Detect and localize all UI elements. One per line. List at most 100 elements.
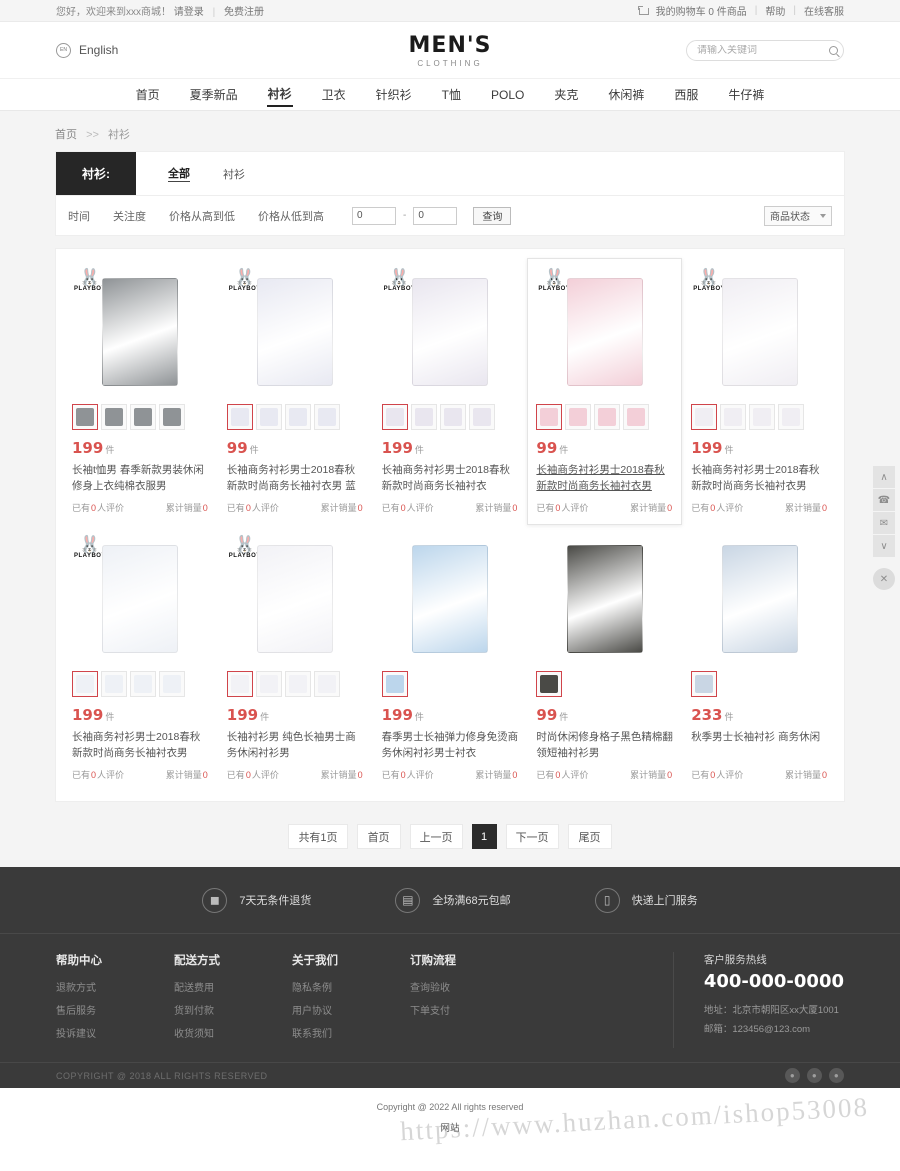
product-image[interactable]: 🐰 PLAYBOY (381, 267, 519, 397)
product-thumbnails[interactable] (226, 404, 364, 430)
breadcrumb-home[interactable]: 首页 (55, 129, 77, 141)
thumbnail-0[interactable] (691, 671, 718, 697)
nav-item-6[interactable]: POLO (490, 85, 525, 105)
main-navigation[interactable]: 首页 夏季新品 衬衫 卫衣 针织衫 T恤 POLO 夹克 休闲裤 西服 牛仔裤 (0, 78, 900, 111)
footer-link-1-2[interactable]: 收货须知 (174, 1025, 292, 1040)
product-card[interactable]: 🐰 PLAYBOY 199 件长袖商务衬衫男士2018春秋新款时尚商务长袖衬衣 已有0人… (373, 258, 528, 525)
thumbnail-1[interactable] (101, 404, 127, 430)
thumbnail-3[interactable] (313, 671, 340, 697)
pagination[interactable]: 共有1页 首页 上一页 1 下一页 尾页 (55, 824, 845, 849)
product-title[interactable]: 春季男士长袖弹力修身免烫商务休闲衬衫男士衬衣 (382, 730, 519, 761)
sort-option-2[interactable]: 价格从高到低 (169, 208, 235, 224)
product-title[interactable]: 长袖商务衬衫男士2018春秋新款时尚商务长袖衬衣男 (536, 463, 673, 494)
pagination-prev[interactable]: 上一页 (409, 824, 463, 849)
price-min-input[interactable] (352, 206, 396, 225)
thumbnail-0[interactable] (381, 404, 408, 430)
product-card[interactable]: 🐰 PLAYBOY 199 件长袖衬衫男 纯色长袖男士商务休闲衬衫男 已有0人评价 累计销… (218, 525, 373, 792)
nav-item-9[interactable]: 西服 (673, 83, 699, 106)
product-title[interactable]: 长袖t恤男 春季新款男装休闲修身上衣纯棉衣服男 (72, 463, 209, 494)
sort-option-0[interactable]: 时间 (68, 208, 90, 224)
footer-link-2-2[interactable]: 联系我们 (292, 1025, 410, 1040)
online-service-link[interactable]: 在线客服 (804, 3, 844, 18)
product-image[interactable] (381, 534, 519, 664)
thumbnail-3[interactable] (159, 671, 185, 697)
phone-icon[interactable]: ☎ (873, 489, 895, 511)
footer-link-0-1[interactable]: 售后服务 (56, 1002, 174, 1017)
query-button[interactable]: 查询 (473, 206, 512, 225)
thumbnail-2[interactable] (594, 404, 621, 430)
product-state-select[interactable]: 商品状态 (764, 205, 832, 226)
cart-link[interactable]: 我的购物车 0 件商品 (656, 3, 747, 18)
thumbnail-1[interactable] (255, 671, 282, 697)
product-image[interactable] (536, 534, 674, 664)
thumbnail-1[interactable] (255, 404, 282, 430)
product-image[interactable]: 🐰 PLAYBOY (691, 267, 828, 397)
thumbnail-3[interactable] (778, 404, 805, 430)
search-box[interactable] (686, 39, 844, 61)
product-thumbnails[interactable] (536, 404, 673, 430)
footer-link-2-0[interactable]: 隐私条例 (292, 979, 410, 994)
product-title[interactable]: 长袖商务衬衫男士2018春秋新款时尚商务长袖衬衣男 蓝条纹 (227, 463, 364, 494)
product-card[interactable]: 🐰 PLAYBOY 199 件长袖商务衬衫男士2018春秋新款时尚商务长袖衬衣男 已有0… (682, 258, 837, 525)
social-icons[interactable]: ● ● ● (785, 1068, 844, 1083)
thumbnail-0[interactable] (72, 404, 98, 430)
nav-item-0[interactable]: 首页 (135, 83, 161, 106)
nav-item-1[interactable]: 夏季新品 (189, 83, 239, 106)
footer-link-0-0[interactable]: 退款方式 (56, 979, 174, 994)
thumbnail-3[interactable] (313, 404, 340, 430)
scroll-down-icon[interactable]: ∨ (873, 535, 895, 557)
nav-item-2[interactable]: 衬衫 (266, 82, 293, 107)
product-card[interactable]: 🐰 PLAYBOY 99 件长袖商务衬衫男士2018春秋新款时尚商务长袖衬衣男 已有0人… (527, 258, 683, 525)
search-icon[interactable] (829, 45, 838, 55)
footer-link-1-0[interactable]: 配送费用 (174, 979, 292, 994)
price-max-input[interactable] (413, 206, 458, 225)
footer-link-0-2[interactable]: 投诉建议 (56, 1025, 174, 1040)
thumbnail-0[interactable] (691, 404, 718, 430)
nav-item-8[interactable]: 休闲裤 (607, 83, 645, 106)
thumbnail-2[interactable] (284, 671, 311, 697)
sort-options[interactable]: 时间 关注度 价格从高到低 价格从低到高 (68, 208, 324, 224)
pagination-last[interactable]: 尾页 (567, 824, 612, 849)
product-thumbnails[interactable] (691, 671, 828, 697)
sort-option-3[interactable]: 价格从低到高 (258, 208, 324, 224)
product-title[interactable]: 时尚休闲修身格子黑色精棉翻领短袖衬衫男 (536, 730, 673, 761)
footer-link-3-1[interactable]: 下单支付 (410, 1002, 528, 1017)
thumbnail-0[interactable] (226, 671, 253, 697)
product-title[interactable]: 长袖商务衬衫男士2018春秋新款时尚商务长袖衬衣 (382, 463, 519, 494)
nav-item-7[interactable]: 夹克 (553, 83, 579, 106)
footer-link-2-1[interactable]: 用户协议 (292, 1002, 410, 1017)
product-image[interactable] (691, 534, 828, 664)
thumbnail-2[interactable] (130, 404, 156, 430)
category-option-0[interactable]: 全部 (168, 165, 190, 182)
product-thumbnails[interactable] (381, 671, 519, 697)
thumbnail-1[interactable] (720, 404, 747, 430)
product-title[interactable]: 长袖衬衫男 纯色长袖男士商务休闲衬衫男 (227, 730, 364, 761)
product-image[interactable]: 🐰 PLAYBOY (72, 534, 209, 664)
footer-link-1-1[interactable]: 货到付款 (174, 1002, 292, 1017)
product-image[interactable]: 🐰 PLAYBOY (226, 267, 364, 397)
thumbnail-3[interactable] (468, 404, 495, 430)
language-switcher[interactable]: EN English (56, 42, 118, 58)
thumbnail-0[interactable] (226, 404, 253, 430)
thumbnail-2[interactable] (439, 404, 466, 430)
thumbnail-2[interactable] (130, 671, 156, 697)
side-rail[interactable]: ∧ ☎ ✉ ∨ ✕ (873, 466, 895, 591)
thumbnail-2[interactable] (749, 404, 776, 430)
pagination-first[interactable]: 首页 (356, 824, 401, 849)
nav-item-3[interactable]: 卫衣 (321, 83, 347, 106)
thumbnail-3[interactable] (159, 404, 185, 430)
footer-link-3-0[interactable]: 查询验收 (410, 979, 528, 994)
product-thumbnails[interactable] (691, 404, 828, 430)
close-icon[interactable]: ✕ (873, 568, 895, 590)
sort-option-1[interactable]: 关注度 (113, 208, 146, 224)
product-thumbnails[interactable] (72, 671, 209, 697)
login-link[interactable]: 请登录 (174, 7, 204, 18)
product-thumbnails[interactable] (381, 404, 519, 430)
pagination-current[interactable]: 1 (471, 824, 497, 849)
scroll-up-icon[interactable]: ∧ (873, 466, 895, 488)
search-input[interactable] (697, 44, 829, 56)
qq-icon[interactable]: ● (829, 1068, 844, 1083)
nav-item-4[interactable]: 针织衫 (375, 83, 413, 106)
weibo-icon[interactable]: ● (807, 1068, 822, 1083)
mail-icon[interactable]: ✉ (873, 512, 895, 534)
